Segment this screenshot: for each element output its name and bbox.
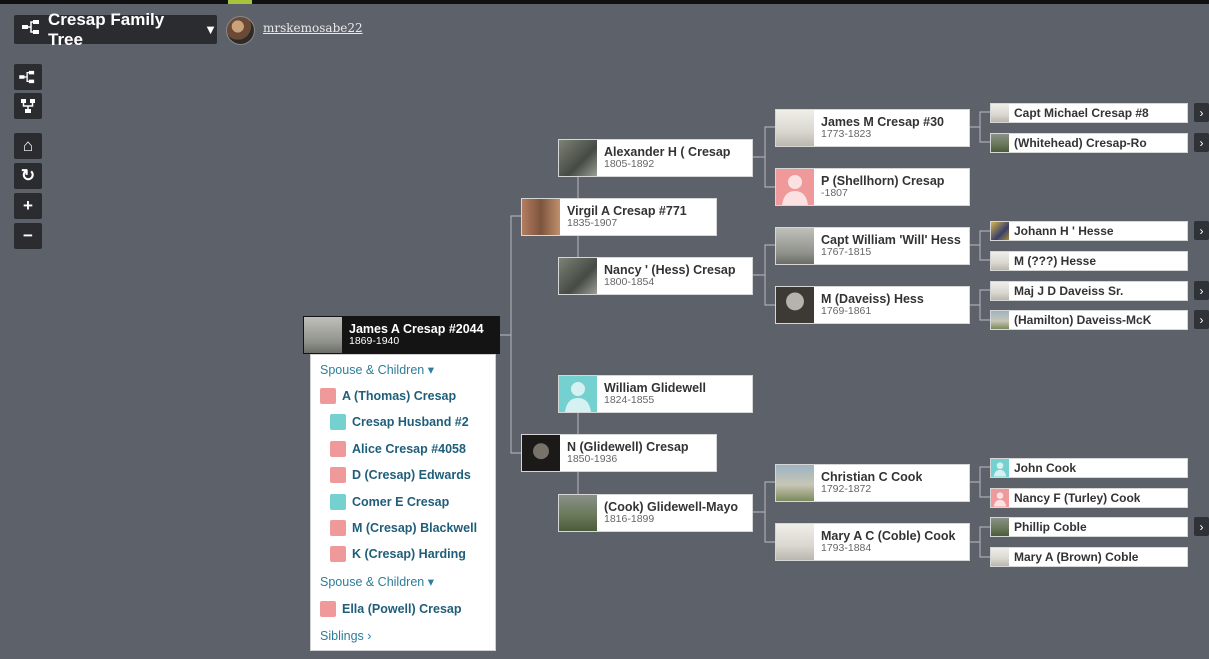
female-silhouette-icon: [330, 546, 346, 562]
person-dates: 1792-1872: [821, 483, 872, 496]
female-silhouette-icon: [320, 388, 336, 404]
person-dates: 1769-1861: [821, 305, 872, 318]
person-dates: 1805-1892: [604, 158, 655, 171]
expand-arrow-icon[interactable]: ›: [1194, 517, 1209, 536]
person-photo: [559, 140, 597, 176]
child-link[interactable]: D (Cresap) Edwards: [330, 467, 471, 483]
person-card-grandparent[interactable]: William Glidewell 1824-1855: [558, 375, 753, 413]
person-card-great-grandparent[interactable]: Mary A C (Coble) Cook 1793-1884: [775, 523, 970, 561]
person-name: Capt Michael Cresap #8: [1014, 106, 1149, 120]
person-dates: 1824-1855: [604, 394, 655, 407]
person-photo: [991, 518, 1009, 536]
person-dates: 1800-1854: [604, 276, 655, 289]
female-silhouette-icon: [991, 489, 1009, 507]
chevron-down-icon: ▾: [427, 363, 434, 377]
male-silhouette-icon: [330, 494, 346, 510]
person-photo: [522, 199, 560, 235]
female-silhouette-icon: [330, 441, 346, 457]
person-dates: 1773-1823: [821, 128, 872, 141]
person-photo: [776, 110, 814, 146]
person-name: (Whitehead) Cresap-Ro: [1014, 136, 1147, 150]
person-card-gen5[interactable]: Capt Michael Cresap #8: [990, 103, 1188, 123]
person-card-gen5[interactable]: Phillip Coble: [990, 517, 1188, 537]
person-card-grandparent[interactable]: Nancy ' (Hess) Cresap 1800-1854: [558, 257, 753, 295]
person-photo: [776, 287, 814, 323]
chevron-right-icon: ›: [367, 629, 372, 643]
chevron-down-icon: ▾: [427, 575, 434, 589]
person-photo: [991, 282, 1009, 300]
person-photo: [991, 548, 1009, 566]
person-name: Mary A (Brown) Coble: [1014, 550, 1139, 564]
female-silhouette-icon: [330, 467, 346, 483]
female-silhouette-icon: [330, 520, 346, 536]
child-link[interactable]: M (Cresap) Blackwell: [330, 520, 477, 536]
family-panel: Spouse & Children ▾ A (Thomas) Cresap Cr…: [310, 354, 496, 651]
person-card-gen5[interactable]: Nancy F (Turley) Cook: [990, 488, 1188, 508]
person-dates: 1835-1907: [567, 217, 618, 230]
person-dates: 1850-1936: [567, 453, 618, 466]
person-card-gen5[interactable]: Mary A (Brown) Coble: [990, 547, 1188, 567]
person-card-great-grandparent[interactable]: Christian C Cook 1792-1872: [775, 464, 970, 502]
root-person-card[interactable]: James A Cresap #2044 1869-1940: [303, 316, 500, 354]
person-card-gen5[interactable]: Johann H ' Hesse: [990, 221, 1188, 241]
person-dates: 1816-1899: [604, 513, 655, 526]
person-photo: [776, 228, 814, 264]
person-photo: [304, 317, 342, 353]
person-name: (Hamilton) Daveiss-McK: [1014, 313, 1152, 327]
person-dates: -1807: [821, 187, 848, 200]
siblings-toggle[interactable]: Siblings ›: [320, 629, 371, 643]
person-name: Maj J D Daveiss Sr.: [1014, 284, 1124, 298]
person-photo: [991, 311, 1009, 329]
person-name: M (???) Hesse: [1014, 254, 1097, 268]
person-photo: [776, 524, 814, 560]
person-card-gen5[interactable]: (Whitehead) Cresap-Ro: [990, 133, 1188, 153]
person-card-gen5[interactable]: (Hamilton) Daveiss-McK: [990, 310, 1188, 330]
person-card-great-grandparent[interactable]: Capt William 'Will' Hess 1767-1815: [775, 227, 970, 265]
male-silhouette-icon: [991, 459, 1009, 477]
person-name: Johann H ' Hesse: [1014, 224, 1114, 238]
person-card-great-grandparent[interactable]: James M Cresap #30 1773-1823: [775, 109, 970, 147]
expand-arrow-icon[interactable]: ›: [1194, 310, 1209, 329]
person-name: John Cook: [1014, 461, 1076, 475]
child-link[interactable]: Alice Cresap #4058: [330, 441, 466, 457]
person-card-great-grandparent[interactable]: M (Daveiss) Hess 1769-1861: [775, 286, 970, 324]
expand-arrow-icon[interactable]: ›: [1194, 103, 1209, 122]
person-dates: 1793-1884: [821, 542, 872, 555]
spouse-children-toggle[interactable]: Spouse & Children ▾: [320, 362, 434, 377]
person-photo: [559, 495, 597, 531]
expand-arrow-icon[interactable]: ›: [1194, 133, 1209, 152]
person-card-gen5[interactable]: Maj J D Daveiss Sr.: [990, 281, 1188, 301]
person-photo: [991, 222, 1009, 240]
female-silhouette-icon: [776, 169, 814, 205]
person-photo: [991, 104, 1009, 122]
person-photo: [559, 258, 597, 294]
child-link[interactable]: Comer E Cresap: [330, 494, 449, 510]
person-name: Phillip Coble: [1014, 520, 1087, 534]
expand-arrow-icon[interactable]: ›: [1194, 221, 1209, 240]
expand-arrow-icon[interactable]: ›: [1194, 281, 1209, 300]
person-card-gen5[interactable]: John Cook: [990, 458, 1188, 478]
person-photo: [776, 465, 814, 501]
person-photo: [991, 134, 1009, 152]
spouse-link[interactable]: Ella (Powell) Cresap: [320, 601, 461, 617]
person-name: Nancy F (Turley) Cook: [1014, 491, 1141, 505]
person-photo: [991, 252, 1009, 270]
male-silhouette-icon: [330, 414, 346, 430]
person-photo: [522, 435, 560, 471]
person-card-father[interactable]: Virgil A Cresap #771 1835-1907: [521, 198, 717, 236]
person-card-mother[interactable]: N (Glidewell) Cresap 1850-1936: [521, 434, 717, 472]
spouse-children-toggle[interactable]: Spouse & Children ▾: [320, 574, 434, 589]
spouse-link[interactable]: A (Thomas) Cresap: [320, 388, 456, 404]
person-card-grandparent[interactable]: Alexander H ( Cresap 1805-1892: [558, 139, 753, 177]
person-card-great-grandparent[interactable]: P (Shellhorn) Cresap -1807: [775, 168, 970, 206]
person-dates: 1767-1815: [821, 246, 872, 259]
female-silhouette-icon: [320, 601, 336, 617]
male-silhouette-icon: [559, 376, 597, 412]
child-link[interactable]: K (Cresap) Harding: [330, 546, 466, 562]
person-card-grandparent[interactable]: (Cook) Glidewell-Mayo 1816-1899: [558, 494, 753, 532]
person-card-gen5[interactable]: M (???) Hesse: [990, 251, 1188, 271]
child-link[interactable]: Cresap Husband #2: [330, 414, 469, 430]
person-dates: 1869-1940: [349, 335, 400, 348]
